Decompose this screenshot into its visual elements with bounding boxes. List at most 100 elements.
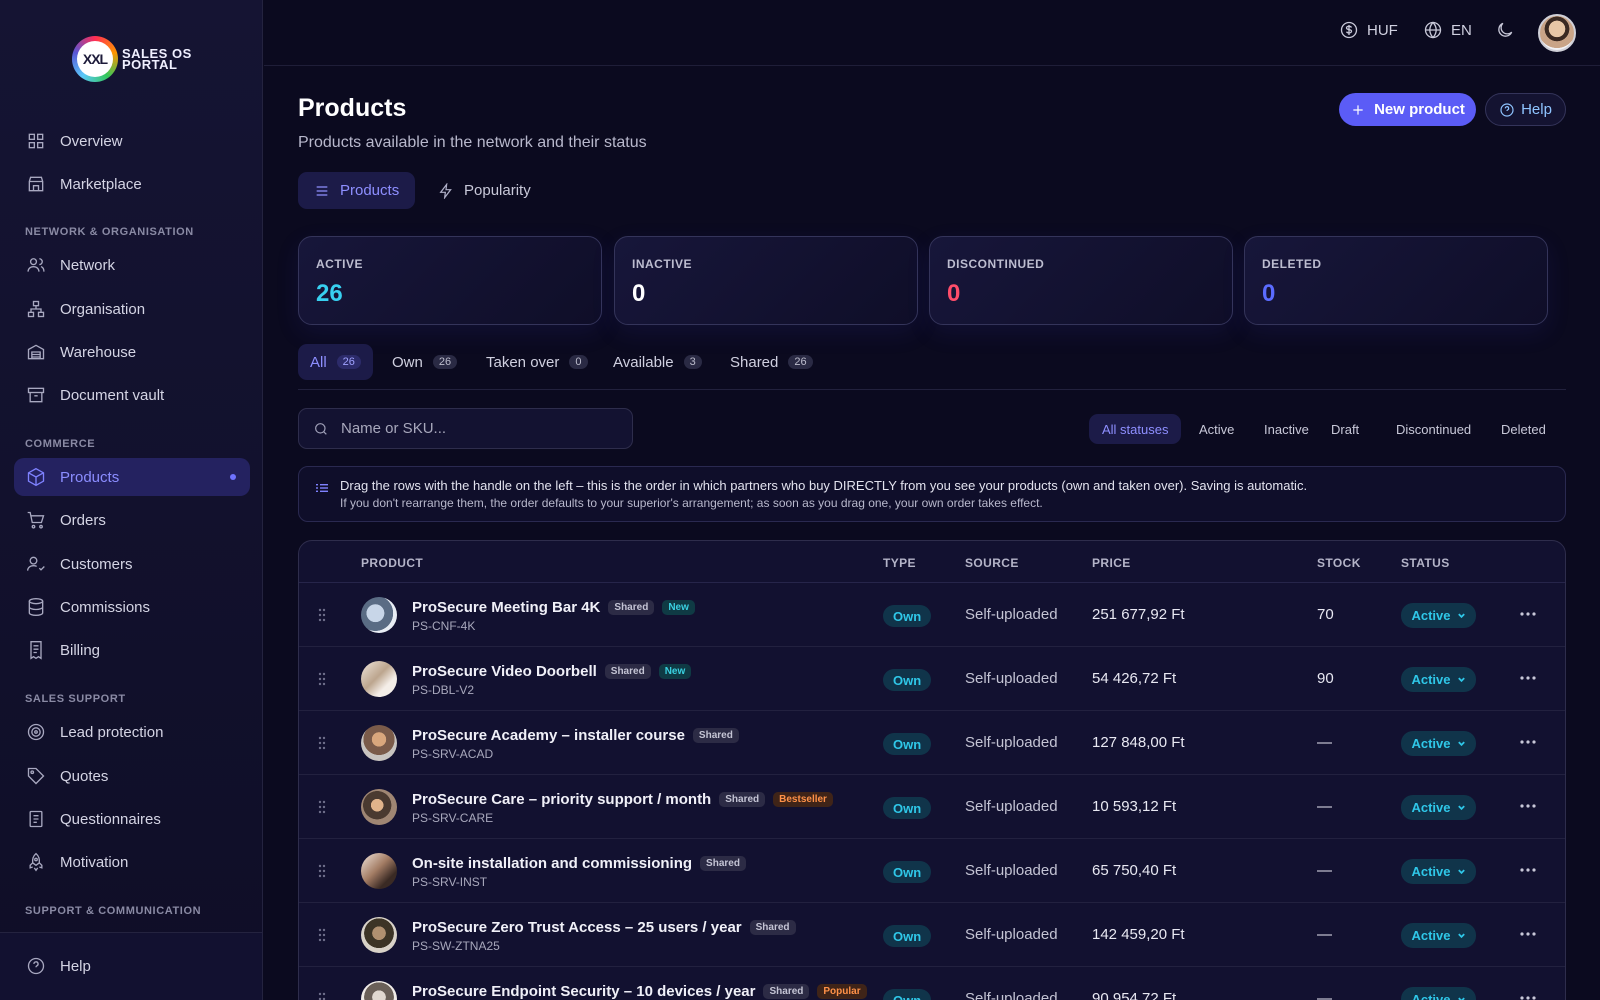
more-actions-icon[interactable] (1519, 931, 1537, 937)
table-row[interactable]: ProSecure Meeting Bar 4K Shared New PS-CNF-… (299, 583, 1565, 647)
filter-tab-own[interactable]: Own 26 (380, 344, 469, 380)
stat-card-discontinued[interactable]: DISCONTINUED 0 (929, 236, 1233, 325)
drag-handle-icon[interactable] (318, 992, 326, 1000)
product-name[interactable]: ProSecure Video Doorbell Shared New (412, 663, 692, 680)
status-filter-all-statuses[interactable]: All statuses (1089, 414, 1182, 444)
product-name[interactable]: ProSecure Endpoint Security – 10 devices… (412, 983, 867, 1000)
sidebar-item-warehouse[interactable]: Warehouse (14, 333, 250, 371)
user-check-icon (27, 556, 45, 571)
stat-card-active[interactable]: ACTIVE 26 (298, 236, 602, 325)
status-filter-active[interactable]: Active (1186, 414, 1247, 444)
tag-icon (27, 767, 45, 785)
table-row[interactable]: On-site installation and commissioning Sh… (299, 839, 1565, 903)
more-actions-icon[interactable] (1519, 803, 1537, 809)
stock-cell: — (1317, 926, 1332, 943)
more-actions-icon[interactable] (1519, 739, 1537, 745)
language-selector[interactable]: EN (1423, 20, 1472, 40)
tab-products[interactable]: Products (298, 172, 416, 209)
tab-label: Products (340, 182, 400, 199)
column-header-type[interactable]: TYPE (883, 556, 916, 570)
filter-tab-shared[interactable]: Shared 26 (718, 344, 825, 380)
more-actions-icon[interactable] (1519, 675, 1537, 681)
filter-tab-all[interactable]: All 26 (298, 344, 373, 380)
drag-handle-icon[interactable] (318, 928, 326, 942)
search-box[interactable] (298, 408, 633, 449)
sidebar-item-overview[interactable]: Overview (14, 122, 250, 160)
drag-handle-icon[interactable] (318, 608, 326, 622)
product-name[interactable]: ProSecure Academy – installer course Shar… (412, 727, 739, 744)
sidebar-item-billing[interactable]: Billing (14, 631, 250, 669)
filter-tab-taken-over[interactable]: Taken over 0 (474, 344, 600, 380)
sidebar-item-orders[interactable]: Orders (14, 501, 250, 539)
sidebar-item-document-vault[interactable]: Document vault (14, 376, 250, 414)
stat-value: 26 (316, 280, 343, 307)
sidebar-item-organisation[interactable]: Organisation (14, 290, 250, 328)
help-button[interactable]: Help (1485, 93, 1566, 126)
column-header-product[interactable]: PRODUCT (361, 556, 423, 570)
sidebar-item-customers[interactable]: Customers (14, 545, 250, 583)
tab-popularity[interactable]: Popularity (422, 172, 547, 209)
status-dropdown[interactable]: Active (1401, 987, 1476, 1000)
status-dropdown[interactable]: Active (1401, 923, 1476, 948)
sidebar-item-marketplace[interactable]: Marketplace (14, 165, 250, 203)
sidebar-item-lead-protection[interactable]: Lead protection (14, 713, 250, 751)
status-filter-deleted[interactable]: Deleted (1488, 414, 1559, 444)
status-filter-discontinued[interactable]: Discontinued (1383, 414, 1484, 444)
more-actions-icon[interactable] (1519, 867, 1537, 873)
stock-cell: — (1317, 734, 1332, 751)
status-dropdown[interactable]: Active (1401, 667, 1476, 692)
sidebar-item-products[interactable]: Products (14, 458, 250, 496)
count-badge: 3 (683, 355, 702, 369)
sidebar-item-label: Document vault (60, 386, 165, 404)
user-avatar[interactable] (1538, 14, 1576, 52)
new-product-button[interactable]: New product (1339, 93, 1476, 126)
product-thumbnail (361, 725, 397, 761)
column-header-status[interactable]: STATUS (1401, 556, 1450, 570)
more-actions-icon[interactable] (1519, 611, 1537, 617)
sidebar-item-label: Customers (60, 555, 133, 573)
price-cell: 54 426,72 Ft (1092, 670, 1177, 687)
table-row[interactable]: ProSecure Video Doorbell Shared New PS-DBL-… (299, 647, 1565, 711)
sidebar-item-help[interactable]: Help (14, 947, 250, 985)
product-name[interactable]: ProSecure Zero Trust Access – 25 users /… (412, 919, 796, 936)
drag-handle-icon[interactable] (318, 864, 326, 878)
theme-toggle[interactable] (1495, 20, 1515, 40)
database-icon (28, 598, 44, 617)
product-tag-new: New (662, 600, 695, 615)
table-row[interactable]: ProSecure Endpoint Security – 10 devices… (299, 967, 1565, 1000)
product-name-text: ProSecure Meeting Bar 4K (412, 599, 601, 616)
sidebar-item-quotes[interactable]: Quotes (14, 757, 250, 795)
stat-card-inactive[interactable]: INACTIVE 0 (614, 236, 918, 325)
stat-card-deleted[interactable]: DELETED 0 (1244, 236, 1548, 325)
column-header-stock[interactable]: STOCK (1317, 556, 1361, 570)
product-tag-shared: Shared (700, 856, 746, 871)
table-row[interactable]: ProSecure Care – priority support / mont… (299, 775, 1565, 839)
column-header-source[interactable]: SOURCE (965, 556, 1019, 570)
status-filter-inactive[interactable]: Inactive (1251, 414, 1322, 444)
filter-tab-available[interactable]: Available 3 (601, 344, 714, 380)
table-row[interactable]: ProSecure Academy – installer course Shar… (299, 711, 1565, 775)
drag-handle-icon[interactable] (318, 736, 326, 750)
status-dropdown[interactable]: Active (1401, 859, 1476, 884)
status-dropdown[interactable]: Active (1401, 603, 1476, 628)
sidebar-item-motivation[interactable]: Motivation (14, 843, 250, 881)
more-actions-icon[interactable] (1519, 995, 1537, 1000)
sidebar-item-network[interactable]: Network (14, 246, 250, 284)
search-input[interactable] (341, 420, 611, 437)
column-header-price[interactable]: PRICE (1092, 556, 1131, 570)
status-dropdown[interactable]: Active (1401, 795, 1476, 820)
product-name[interactable]: ProSecure Meeting Bar 4K Shared New (412, 599, 695, 616)
status-filter-draft[interactable]: Draft (1318, 414, 1372, 444)
drag-handle-icon[interactable] (318, 800, 326, 814)
status-dropdown[interactable]: Active (1401, 731, 1476, 756)
type-badge: Own (883, 925, 932, 947)
table-row[interactable]: ProSecure Zero Trust Access – 25 users /… (299, 903, 1565, 967)
app-logo[interactable]: XXL SALES OS PORTAL (72, 36, 192, 82)
product-name[interactable]: ProSecure Care – priority support / mont… (412, 791, 833, 808)
product-name[interactable]: On-site installation and commissioning Sh… (412, 855, 746, 872)
sidebar-item-commissions[interactable]: Commissions (14, 588, 250, 626)
currency-selector[interactable]: HUF (1339, 20, 1398, 40)
drag-handle-icon[interactable] (318, 672, 326, 686)
sidebar-item-questionnaires[interactable]: Questionnaires (14, 800, 250, 838)
status-label: Active (1411, 928, 1451, 943)
